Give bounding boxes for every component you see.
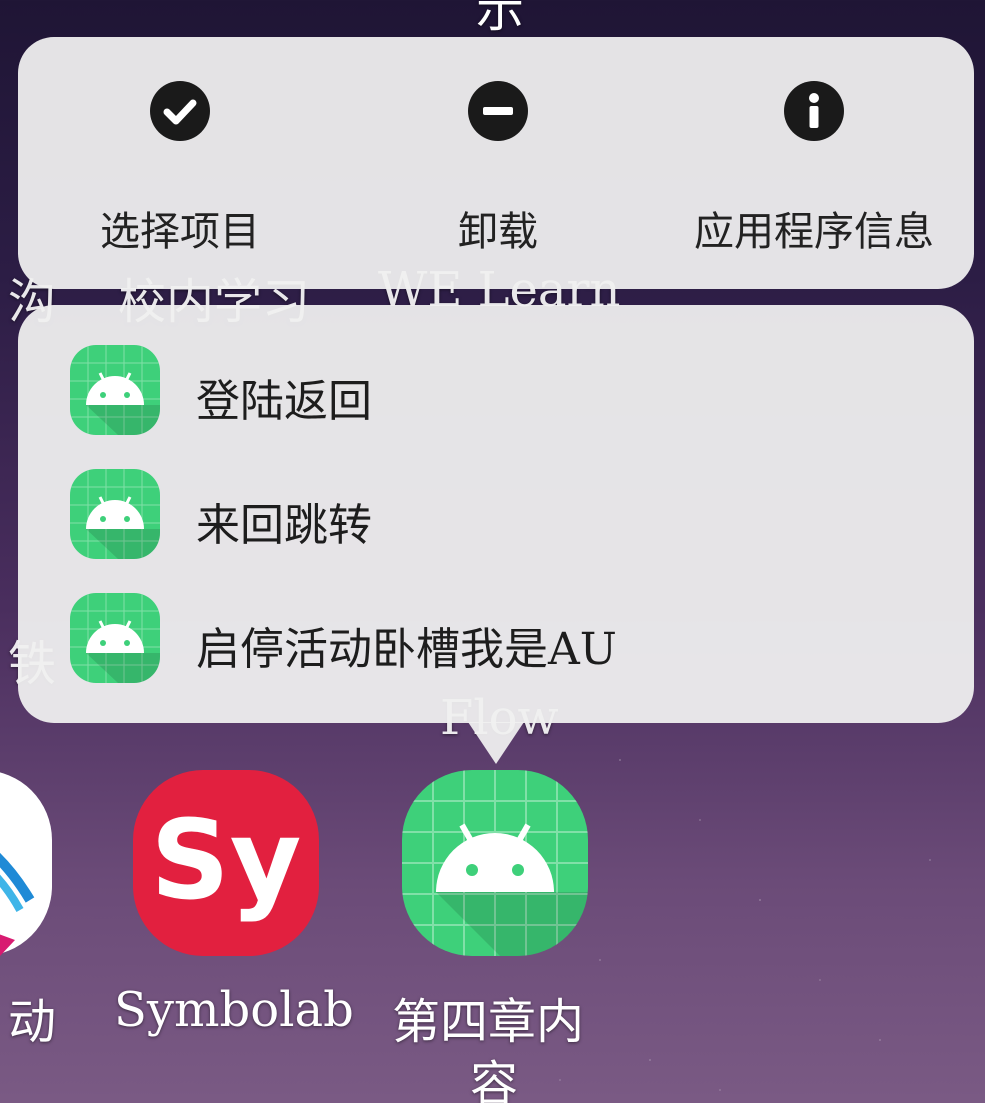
- android-app-icon: [70, 593, 160, 683]
- shortcut-start-stop-activity[interactable]: 启停活动卧槽我是AU: [70, 593, 950, 685]
- shortcut-label: 启停活动卧槽我是AU: [196, 624, 617, 675]
- uninstall-button[interactable]: 卸载: [338, 37, 658, 289]
- app-shortcuts-panel: 登陆返回 来回跳转 启停活动卧槽我是AU: [18, 305, 974, 723]
- shortcut-label: 来回跳转: [196, 500, 372, 551]
- app-label-symbolab: Symbolab: [114, 982, 354, 1038]
- minus-circle-icon: [468, 81, 528, 141]
- shortcut-login-return[interactable]: 登陆返回: [70, 345, 950, 437]
- shortcut-jump-back-forth[interactable]: 来回跳转: [70, 469, 950, 561]
- app-label-mobile: 动: [8, 994, 57, 1050]
- top-app-label: 示: [476, 0, 525, 38]
- shortcut-label: 登陆返回: [196, 376, 372, 427]
- app-label-chapter4-line1: 第四章内: [392, 994, 585, 1050]
- app-label-chapter4-line2: 容: [470, 1056, 519, 1103]
- app-info-label: 应用程序信息: [694, 209, 934, 255]
- info-circle-icon: [784, 81, 844, 141]
- app-options-panel: 选择项目 卸载 应用程序信息: [18, 37, 974, 289]
- uninstall-label: 卸载: [458, 209, 538, 255]
- mobile-app-icon[interactable]: [0, 770, 52, 956]
- select-items-button[interactable]: 选择项目: [20, 37, 340, 289]
- android-app-icon: [70, 469, 160, 559]
- panel-pointer: [468, 722, 524, 764]
- check-circle-icon: [150, 81, 210, 141]
- symbolab-icon-text: Sy: [150, 796, 302, 924]
- android-app-icon[interactable]: [402, 770, 588, 956]
- app-info-button[interactable]: 应用程序信息: [654, 37, 974, 289]
- android-app-icon: [70, 345, 160, 435]
- symbolab-icon[interactable]: Sy: [133, 770, 319, 956]
- select-items-label: 选择项目: [100, 209, 260, 255]
